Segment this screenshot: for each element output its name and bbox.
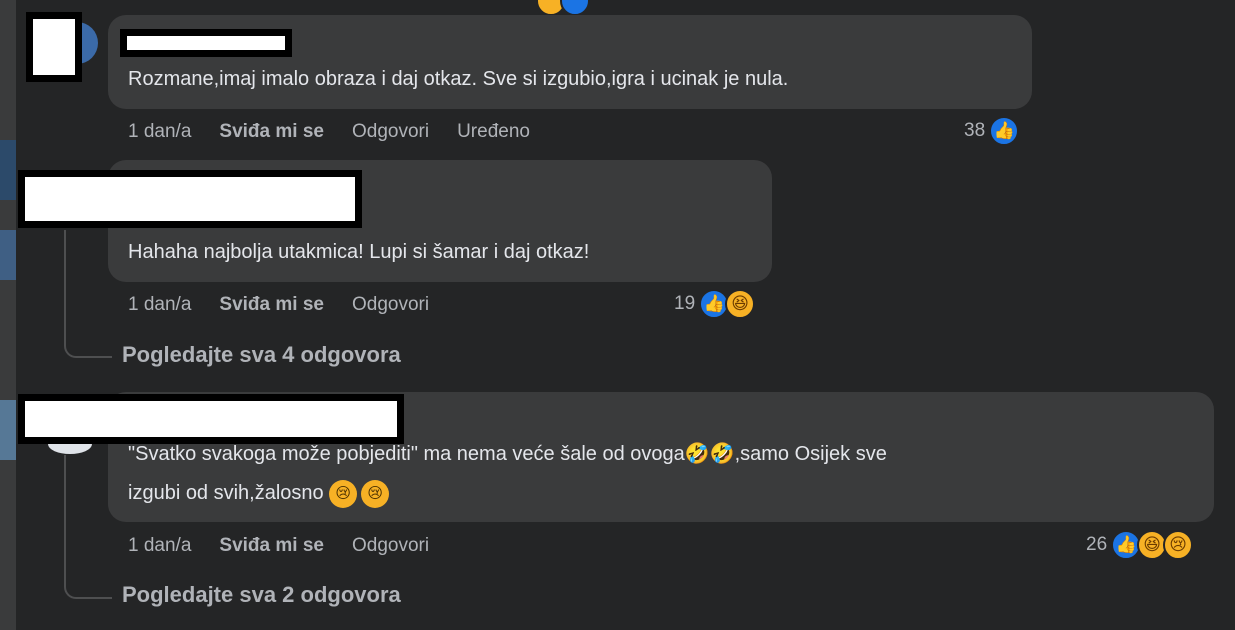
like-button[interactable]: Sviđa mi se [219, 535, 324, 557]
background-strip [0, 0, 16, 630]
thread-line [64, 230, 112, 358]
comment-actions: 1 dan/a Sviđa mi se Odgovori [128, 294, 429, 316]
comment-timestamp[interactable]: 1 dan/a [128, 121, 191, 143]
comment-text: Rozmane,imaj imalo obraza i daj otkaz. S… [128, 68, 789, 90]
background-strip-block [0, 140, 16, 200]
reaction-count: 38 [964, 120, 986, 141]
comment-actions: 1 dan/a Sviđa mi se Odgovori [128, 535, 429, 557]
crying-emoji-icon: 😢 [329, 479, 358, 508]
reply-button[interactable]: Odgovori [352, 535, 429, 557]
sad-icon: 😢 [1163, 530, 1194, 560]
comment-text: izgubi od svih,žalosno [128, 482, 330, 504]
comment-timestamp[interactable]: 1 dan/a [128, 535, 191, 557]
comment-text: Hahaha najbolja utakmica! Lupi si šamar … [128, 241, 590, 263]
comment-text: "Svatko svakoga može pobjediti" ma nema … [128, 443, 685, 465]
comment-text-line1: "Svatko svakoga može pobjediti" ma nema … [128, 435, 887, 473]
reaction-summary[interactable]: 19 👍 😆 [674, 289, 756, 319]
view-replies-link[interactable]: Pogledajte sva 2 odgovora [122, 582, 401, 608]
like-icon: 👍 [989, 116, 1020, 146]
reaction-summary[interactable]: 26 👍 😆 😢 [1086, 530, 1194, 560]
comment-text-line2: izgubi od svih,žalosno 😢 😢 [128, 474, 390, 512]
reaction-count: 26 [1086, 534, 1108, 555]
like-button[interactable]: Sviđa mi se [219, 121, 324, 143]
reply-button[interactable]: Odgovori [352, 121, 429, 143]
like-icon [560, 0, 590, 16]
comment-actions: 1 dan/a Sviđa mi se Odgovori Uređeno [128, 121, 530, 143]
view-replies-link[interactable]: Pogledajte sva 4 odgovora [122, 342, 401, 368]
like-button[interactable]: Sviđa mi se [219, 294, 324, 316]
background-strip-block [0, 400, 16, 460]
redacted-author-name[interactable] [18, 170, 362, 228]
redacted-avatar [26, 12, 82, 82]
comment-text: ,samo Osijek sve [734, 443, 887, 465]
redacted-author-name[interactable] [120, 29, 292, 57]
laugh-icon: 😆 [725, 289, 756, 319]
comment-timestamp[interactable]: 1 dan/a [128, 294, 191, 316]
crying-emoji-icon: 😢 [361, 479, 390, 508]
thread-line [64, 455, 112, 599]
reply-button[interactable]: Odgovori [352, 294, 429, 316]
top-cutoff-reactions [536, 0, 590, 16]
edited-label: Uređeno [457, 121, 530, 142]
rofl-emoji-icon: 🤣🤣 [684, 443, 735, 465]
reaction-count: 19 [674, 293, 696, 314]
reaction-summary[interactable]: 38 👍 [964, 116, 1020, 146]
background-strip-block [0, 230, 16, 280]
